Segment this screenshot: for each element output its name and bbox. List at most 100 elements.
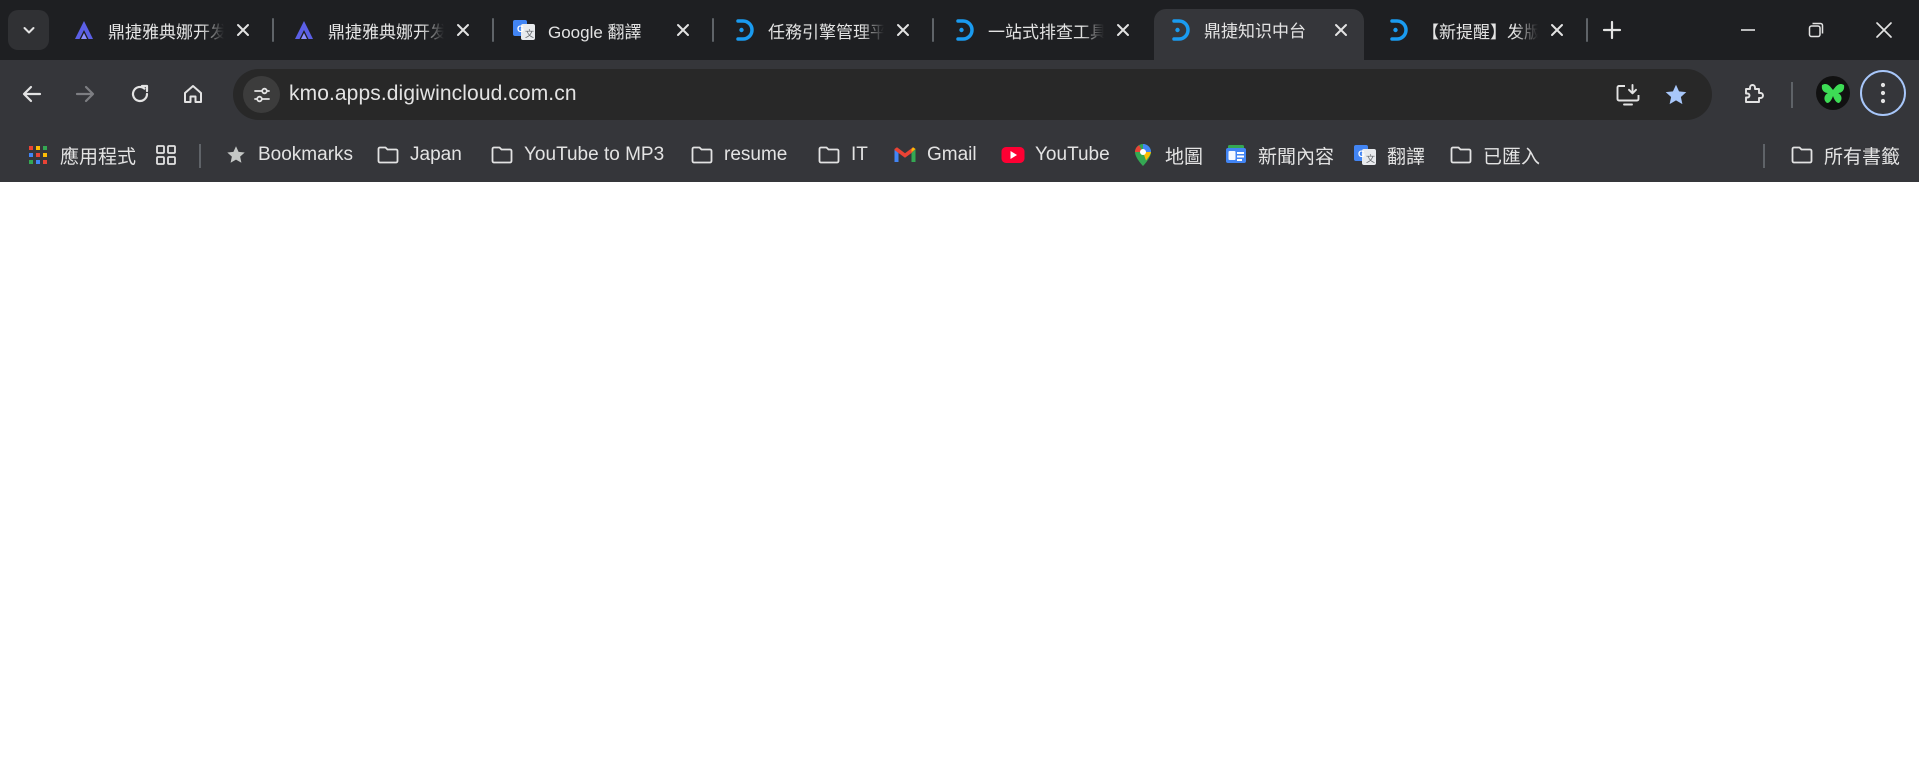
digiwin-logo-icon <box>1168 18 1192 42</box>
bookmark-label: YouTube to MP3 <box>524 144 665 165</box>
bookmark-label: 應用程式 <box>60 146 137 168</box>
restore-button[interactable] <box>1782 0 1850 60</box>
close-icon[interactable] <box>1544 17 1570 43</box>
install-app-button[interactable] <box>1611 78 1645 112</box>
tune-icon <box>253 87 270 102</box>
minimize-icon <box>1741 29 1755 31</box>
reload-icon <box>131 84 149 103</box>
bookmarks-separator <box>1763 144 1765 168</box>
all-bookmarks-button[interactable]: 所有書籤 <box>1790 138 1900 172</box>
tab-athena-1[interactable]: 鼎捷雅典娜开发平台 <box>58 10 266 50</box>
svg-text:G: G <box>517 24 524 34</box>
home-icon <box>184 85 202 103</box>
more-vert-icon <box>1880 82 1886 104</box>
tab-separator <box>272 18 274 42</box>
bookmark-bookmarks[interactable]: Bookmarks <box>224 138 353 172</box>
star-icon <box>224 143 248 167</box>
page-content <box>0 182 1919 777</box>
toolbar: kmo.apps.digiwincloud.com.cn <box>0 60 1919 130</box>
bookmark-label: Japan <box>410 144 462 165</box>
folder-icon <box>817 143 841 167</box>
toolbar-separator <box>1791 82 1793 108</box>
arrow-right-icon <box>75 85 95 103</box>
tab-title: 任務引擎管理平台 <box>768 22 884 42</box>
bookmark-translate[interactable]: G文 翻譯 <box>1353 138 1425 172</box>
bookmark-label: YouTube <box>1035 144 1110 165</box>
tab-separator <box>712 18 714 42</box>
bookmark-news[interactable]: 新聞內容 <box>1224 138 1334 172</box>
tab-knowledge-center-active[interactable]: 鼎捷知识中台 <box>1154 9 1364 60</box>
apps-grid-icon <box>26 143 50 167</box>
tab-new-reminder[interactable]: 【新提醒】发版 <box>1372 10 1580 50</box>
bookmark-apps[interactable]: 應用程式 <box>26 138 136 172</box>
chrome-menu-button[interactable] <box>1860 70 1906 116</box>
forward-button[interactable] <box>65 74 105 114</box>
bookmark-youtube[interactable]: YouTube <box>1001 138 1110 172</box>
tab-title: 鼎捷雅典娜开发平台 <box>328 22 444 42</box>
google-news-icon <box>1224 143 1248 167</box>
tab-title: 鼎捷知识中台 <box>1204 22 1306 41</box>
tab-separator <box>932 18 934 42</box>
svg-text:G: G <box>1358 149 1365 159</box>
gmail-icon <box>893 143 917 167</box>
tab-strip: 鼎捷雅典娜开发平台 鼎捷雅典娜开发平台 G文 Google 翻譯 <box>0 0 1919 60</box>
url-text[interactable]: kmo.apps.digiwincloud.com.cn <box>289 82 577 106</box>
tab-troubleshoot[interactable]: 一站式排查工具 <box>938 10 1146 50</box>
bookmark-folder-youtube-to-mp3[interactable]: YouTube to MP3 <box>490 138 664 172</box>
chevron-down-icon <box>23 27 34 34</box>
avatar <box>1821 83 1845 103</box>
reload-button[interactable] <box>120 74 160 114</box>
new-tab-button[interactable] <box>1597 15 1627 45</box>
minimize-button[interactable] <box>1714 0 1782 60</box>
close-icon[interactable] <box>230 17 256 43</box>
close-icon <box>1876 22 1892 38</box>
digiwin-logo-icon <box>952 18 976 42</box>
bookmark-label: 地圖 <box>1165 146 1204 168</box>
bookmark-label: Gmail <box>927 144 977 165</box>
folder-icon <box>1449 143 1473 167</box>
bookmark-tab-groups[interactable] <box>154 138 188 172</box>
bookmark-label: 所有書籤 <box>1824 146 1901 168</box>
tab-athena-2[interactable]: 鼎捷雅典娜开发平台 <box>278 10 486 50</box>
folder-icon <box>490 143 514 167</box>
close-icon[interactable] <box>1110 17 1136 43</box>
extensions-button[interactable] <box>1734 74 1774 114</box>
close-icon[interactable] <box>890 17 916 43</box>
close-window-button[interactable] <box>1850 0 1918 60</box>
site-info-button[interactable] <box>243 76 280 113</box>
bookmark-star-button[interactable] <box>1659 78 1693 112</box>
google-translate-icon: G文 <box>512 18 536 42</box>
bookmark-gmail[interactable]: Gmail <box>893 138 977 172</box>
close-icon[interactable] <box>670 17 696 43</box>
address-bar[interactable]: kmo.apps.digiwincloud.com.cn <box>233 69 1712 120</box>
athena-logo-icon <box>72 18 96 42</box>
folder-icon <box>376 143 400 167</box>
google-translate-icon: G文 <box>1353 143 1377 167</box>
bookmark-maps[interactable]: 地圖 <box>1131 138 1203 172</box>
arrow-left-icon <box>22 85 42 103</box>
tab-google-translate[interactable]: G文 Google 翻譯 <box>498 10 706 50</box>
bookmark-folder-it[interactable]: IT <box>817 138 868 172</box>
digiwin-logo-icon <box>1386 18 1410 42</box>
close-icon[interactable] <box>450 17 476 43</box>
tab-search-button[interactable] <box>8 10 49 50</box>
tab-task-engine[interactable]: 任務引擎管理平台 <box>718 10 926 50</box>
plus-icon <box>1602 20 1622 40</box>
bookmark-folder-imported[interactable]: 已匯入 <box>1449 138 1540 172</box>
tab-title: Google 翻譯 <box>548 22 642 42</box>
profile-avatar[interactable] <box>1816 76 1850 110</box>
home-button[interactable] <box>173 74 213 114</box>
tab-separator <box>1586 18 1588 42</box>
bookmark-folder-japan[interactable]: Japan <box>376 138 462 172</box>
close-icon[interactable] <box>1328 17 1354 43</box>
bookmark-label: 翻譯 <box>1387 146 1426 168</box>
tab-groups-icon <box>154 143 178 167</box>
folder-icon <box>1790 143 1814 167</box>
bookmarks-bar: 應用程式 Bookmarks Japan YouTube to MP3 resu… <box>0 130 1919 182</box>
bookmark-label: 新聞內容 <box>1258 146 1335 168</box>
svg-text:文: 文 <box>1366 153 1375 165</box>
back-button[interactable] <box>12 74 52 114</box>
youtube-icon <box>1001 143 1025 167</box>
bookmark-folder-resume[interactable]: resume <box>690 138 787 172</box>
star-filled-icon <box>1665 84 1687 105</box>
